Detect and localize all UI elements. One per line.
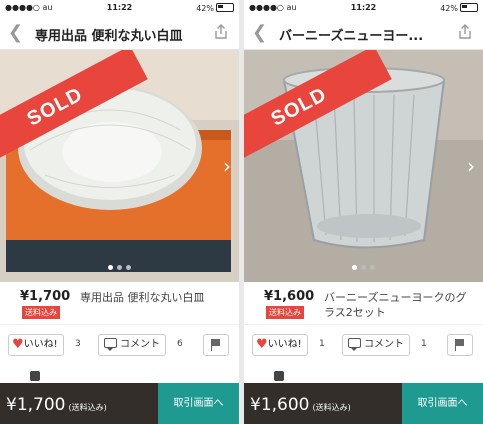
bottom-price-value: ¥1,700 [6, 395, 66, 415]
report-button[interactable] [447, 334, 473, 356]
next-image-icon[interactable]: › [467, 154, 475, 178]
like-count: 1 [319, 339, 325, 349]
comment-label: コメント [120, 339, 160, 350]
like-count: 3 [75, 339, 81, 349]
item-name: 専用出品 便利な丸い白皿 [80, 291, 205, 304]
bottom-bar: ¥1,700 (送料込み) 取引画面へ [0, 383, 239, 424]
battery-percent: 42% [440, 4, 458, 13]
like-button[interactable]: ♥いいね! [252, 334, 308, 356]
carousel-dot[interactable] [108, 265, 113, 270]
heart-icon: ♥ [12, 337, 24, 352]
carousel-dot[interactable] [370, 265, 375, 270]
nav-bar: ❮ 専用出品 便利な丸い白皿 [0, 16, 239, 50]
carousel-dots [244, 255, 483, 274]
user-avatar[interactable] [30, 371, 40, 381]
bottom-price-value: ¥1,600 [250, 395, 310, 415]
price-block: ¥1,700 送料込み 専用出品 便利な丸い白皿 [0, 282, 239, 324]
page-title: バーニーズニューヨー... [279, 29, 424, 44]
page-title: 専用出品 便利な丸い白皿 [35, 29, 183, 44]
item-price: ¥1,600 [264, 289, 315, 304]
comment-count: 1 [421, 339, 427, 349]
trade-screen-button[interactable]: 取引画面へ [158, 383, 239, 424]
action-row: ♥いいね! 1 コメント 1 [244, 324, 483, 363]
bottom-bar: ¥1,600 (送料込み) 取引画面へ [244, 383, 483, 424]
bottom-price-note: (送料込み) [312, 403, 351, 412]
content-strip [244, 363, 483, 383]
comment-bubble-icon [104, 338, 117, 351]
bottom-price: ¥1,600 (送料込み) [250, 395, 351, 415]
next-image-icon[interactable]: › [223, 154, 231, 178]
share-icon[interactable] [456, 23, 474, 41]
comment-label: コメント [364, 339, 404, 350]
comment-button[interactable]: コメント [342, 334, 410, 356]
battery-indicator: 42% [440, 3, 478, 13]
comment-button[interactable]: コメント [98, 334, 166, 356]
battery-icon [460, 3, 478, 12]
item-name: バーニーズニューヨークのグラス2セット [324, 291, 467, 319]
battery-indicator: 42% [196, 3, 234, 13]
carousel-dot[interactable] [352, 265, 357, 270]
product-image[interactable]: SOLD › [0, 50, 239, 282]
comment-count: 6 [177, 339, 183, 349]
status-bar: ●●●●○ au 11:22 42% [244, 0, 483, 16]
user-avatar[interactable] [274, 371, 284, 381]
price-block: ¥1,600 送料込み バーニーズニューヨークのグラス2セット [244, 282, 483, 324]
carousel-dot[interactable] [361, 265, 366, 270]
flag-icon [211, 339, 220, 351]
shipping-badge: 送料込み [22, 306, 60, 319]
screen-right: ●●●●○ au 11:22 42% ❮ バーニーズニューヨー... SOLD … [244, 0, 483, 424]
battery-percent: 42% [196, 4, 214, 13]
content-strip [0, 363, 239, 383]
battery-icon [216, 3, 234, 12]
like-button[interactable]: ♥いいね! [8, 334, 64, 356]
screen-left: ●●●●○ au 11:22 42% ❮ 専用出品 便利な丸い白皿 SOLD ›… [0, 0, 239, 424]
share-icon[interactable] [212, 23, 230, 41]
item-price: ¥1,700 [20, 289, 71, 304]
flag-icon [455, 339, 464, 351]
action-row: ♥いいね! 3 コメント 6 [0, 324, 239, 363]
like-label: いいね! [267, 339, 302, 350]
status-bar: ●●●●○ au 11:22 42% [0, 0, 239, 16]
product-image[interactable]: SOLD › [244, 50, 483, 282]
back-chevron-icon[interactable]: ❮ [8, 22, 23, 43]
like-label: いいね! [23, 339, 58, 350]
carousel-dots [0, 255, 239, 274]
trade-screen-button[interactable]: 取引画面へ [402, 383, 483, 424]
back-chevron-icon[interactable]: ❮ [252, 22, 267, 43]
nav-bar: ❮ バーニーズニューヨー... [244, 16, 483, 50]
comment-bubble-icon [348, 338, 361, 351]
bottom-price: ¥1,700 (送料込み) [6, 395, 107, 415]
shipping-badge: 送料込み [266, 306, 304, 319]
carousel-dot[interactable] [117, 265, 122, 270]
carousel-dot[interactable] [126, 265, 131, 270]
heart-icon: ♥ [256, 337, 268, 352]
bottom-price-note: (送料込み) [68, 403, 107, 412]
report-button[interactable] [203, 334, 229, 356]
